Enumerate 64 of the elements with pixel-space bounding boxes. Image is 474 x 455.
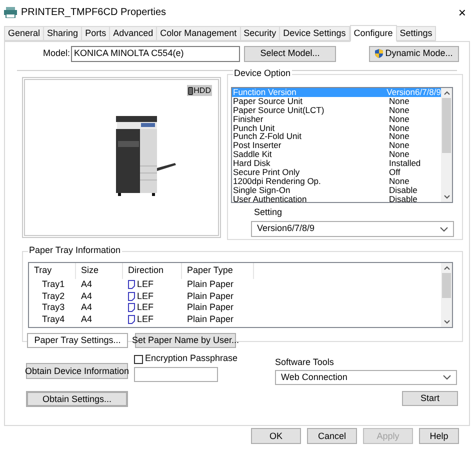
list-row[interactable]: Finisher None <box>232 114 441 124</box>
column-header[interactable]: Direction <box>123 263 182 279</box>
window-title: PRINTER_TMPF6CD Properties <box>21 6 166 20</box>
model-field[interactable]: KONICA MINOLTA C554(e) <box>71 46 240 62</box>
table-cell-text: A4 <box>80 292 94 301</box>
table-cell: LEF <box>123 280 182 290</box>
paper-tray-list[interactable]: Tray Size Direction Paper Type Tray1 A4 LEF Plain Paper Tray2 A4 LEF Plain Paper Tray3 A4 LEF Plain Paper Tray4 A4 LEF Plain Paper <box>28 262 453 328</box>
field-label: Software Tools <box>275 358 335 367</box>
column-header[interactable]: Paper Type <box>182 263 254 279</box>
tab[interactable]: General <box>4 26 44 41</box>
field-label: Setting <box>254 208 284 217</box>
set-paper-name-button[interactable]: Set Paper Name by User... <box>135 333 236 348</box>
obtain-device-info-button[interactable]: Obtain Device Information <box>26 363 128 379</box>
tab[interactable]: Advanced <box>109 26 158 41</box>
setting-dropdown[interactable]: Version6/7/8/9 <box>251 221 454 237</box>
start-button[interactable]: Start <box>402 391 458 406</box>
table-cell-text: Plain Paper <box>186 280 234 290</box>
tab[interactable]: Color Management <box>156 26 241 41</box>
list-row[interactable]: Punch Z-Fold Unit None <box>232 132 441 142</box>
obtain-settings-button[interactable]: Obtain Settings... <box>26 391 128 407</box>
table-cell-text: Plain Paper <box>186 292 234 301</box>
group-title: Device Option <box>233 69 292 78</box>
table-cell-text: Plain Paper <box>186 314 234 324</box>
dialog-button[interactable]: Help <box>419 428 459 444</box>
table-cell-text: Plain Paper <box>186 303 234 312</box>
paper-tray-settings-button[interactable]: Paper Tray Settings... <box>27 333 128 348</box>
group-title: Paper Tray Information <box>28 246 122 255</box>
dialog-button[interactable]: OK <box>251 428 301 444</box>
tab[interactable]: Settings <box>396 26 436 41</box>
close-button[interactable]: × <box>458 6 466 18</box>
list-row[interactable]: Hard Disk Installed <box>232 159 441 168</box>
tab[interactable]: Security <box>240 26 280 41</box>
tab[interactable]: Configure <box>350 25 397 42</box>
tab[interactable]: Sharing <box>43 26 82 41</box>
software-tools-dropdown[interactable]: Web Connection <box>275 370 457 385</box>
list-row[interactable]: Post Inserter None <box>232 141 441 150</box>
table-cell-text: Tray4 <box>41 314 66 324</box>
list-row[interactable]: 1200dpi Rendering Op. None <box>232 176 441 186</box>
column-header[interactable]: Size <box>76 263 123 279</box>
list-row[interactable]: Secure Print Only Off <box>232 168 441 177</box>
table-cell: LEF <box>123 314 182 324</box>
list-row[interactable]: Saddle Kit None <box>232 150 441 160</box>
field-label: Model: <box>43 46 67 60</box>
hdd-badge: HDD <box>186 85 212 96</box>
table-cell: LEF <box>123 292 182 301</box>
table-cell: LEF <box>123 303 182 312</box>
list-row[interactable]: User Authentication Disable <box>232 194 441 202</box>
dialog-button[interactable]: Cancel <box>307 428 357 444</box>
table-cell-text: Tray1 <box>41 280 66 290</box>
table-cell-text: A4 <box>80 314 94 324</box>
tab[interactable]: Device Settings <box>279 26 350 41</box>
tab[interactable]: Ports <box>81 26 110 41</box>
table-cell-text: Tray3 <box>41 303 66 312</box>
list-row[interactable]: Paper Source Unit None <box>232 96 441 106</box>
table-cell-text: A4 <box>80 303 94 312</box>
dynamic-mode-button[interactable]: Dynamic Mode... <box>369 46 459 62</box>
select-model-button[interactable]: Select Model... <box>244 46 336 62</box>
list-row[interactable]: Punch Unit None <box>232 124 441 132</box>
table-cell-text: A4 <box>80 280 94 290</box>
table-cell-text: Tray2 <box>41 292 66 301</box>
list-row[interactable]: Single Sign-On Disable <box>232 186 441 195</box>
checkbox-label[interactable]: Encryption Passphrase <box>145 352 238 366</box>
column-header[interactable]: Tray <box>29 263 76 279</box>
list-row[interactable]: Paper Source Unit(LCT) None <box>232 106 441 115</box>
